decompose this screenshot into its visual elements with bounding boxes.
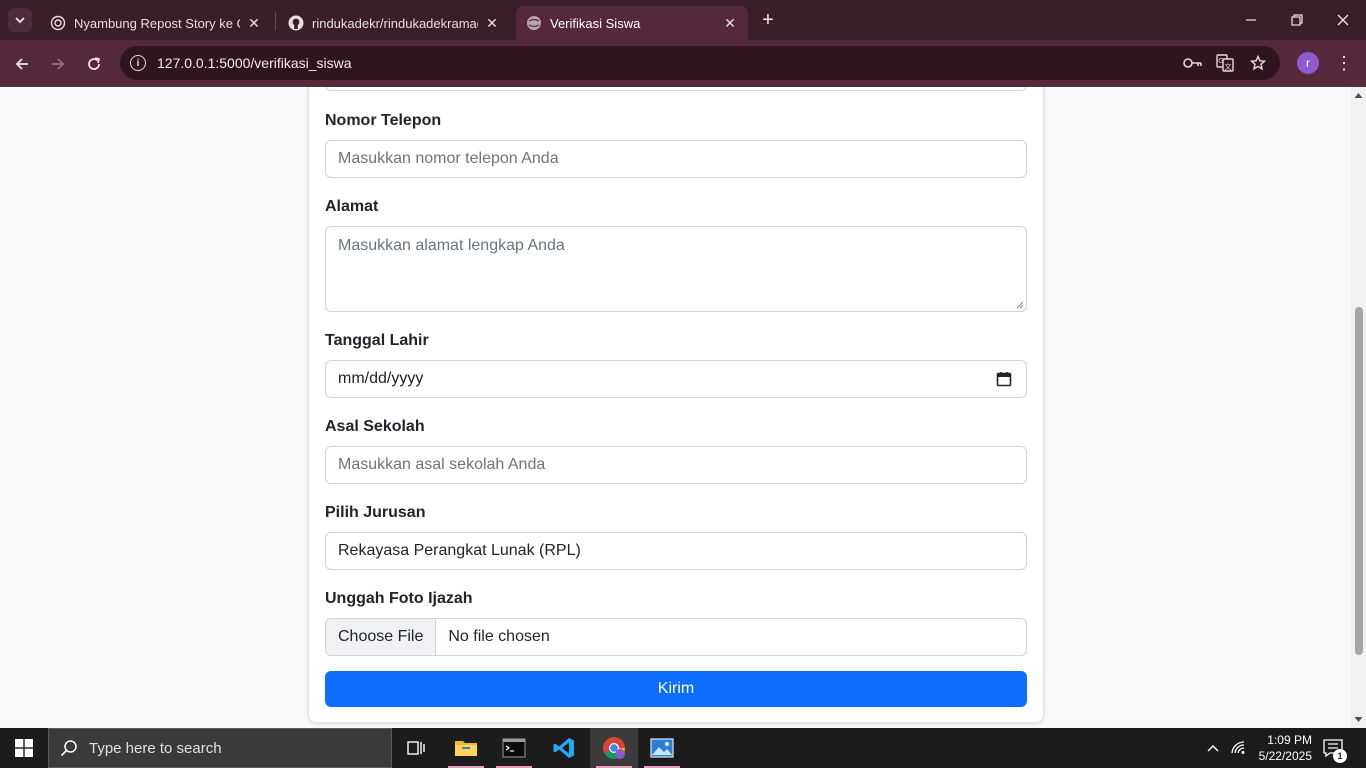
phone-input[interactable]: Masukkan nomor telepon Anda (325, 140, 1027, 178)
address-placeholder: Masukkan alamat lengkap Anda (338, 237, 565, 254)
address-bar[interactable]: i 127.0.0.1:5000/verifikasi_siswa 文G (120, 46, 1280, 80)
tab-strip: Nyambung Repost Story ke GitH ✕ rindukad… (0, 0, 1366, 40)
school-placeholder: Masukkan asal sekolah Anda (338, 456, 546, 473)
key-icon[interactable] (1183, 54, 1203, 72)
tab-title: Verifikasi Siswa (550, 15, 641, 31)
task-view-button[interactable] (392, 728, 440, 768)
taskbar-search-box[interactable]: Type here to search (48, 728, 392, 768)
resize-grip-icon[interactable] (1016, 301, 1024, 309)
taskbar-chrome[interactable] (590, 728, 638, 768)
reload-icon (88, 57, 100, 70)
search-icon (49, 739, 89, 757)
calendar-icon[interactable] (996, 371, 1012, 387)
show-hidden-icons[interactable] (1202, 728, 1224, 768)
school-input[interactable]: Masukkan asal sekolah Anda (325, 446, 1027, 484)
network-status[interactable] (1228, 728, 1250, 768)
arrow-right-icon (52, 58, 65, 70)
scroll-up-arrow-icon[interactable] (1354, 91, 1363, 100)
minimize-button[interactable] (1236, 8, 1266, 32)
page-viewport: Nomor Telepon Masukkan nomor telepon And… (0, 87, 1351, 728)
birthdate-value: mm/dd/yyyy (338, 370, 424, 387)
menu-icon[interactable]: ⋮ (1334, 52, 1354, 74)
restore-button[interactable] (1282, 8, 1312, 32)
scroll-thumb[interactable] (1355, 307, 1363, 655)
windows-logo-icon (15, 739, 33, 757)
tab-search-button[interactable] (8, 8, 32, 32)
tab-github[interactable]: rindukadekr/rindukadekramadh ✕ (278, 6, 510, 40)
verification-form-card: Nomor Telepon Masukkan nomor telepon And… (308, 87, 1044, 723)
page-scrollbar[interactable] (1351, 87, 1366, 728)
diploma-label: Unggah Foto Ijazah (325, 590, 473, 607)
close-icon[interactable]: ✕ (246, 15, 262, 31)
start-button[interactable] (0, 728, 48, 768)
wifi-icon (1231, 741, 1245, 754)
arrow-left-icon (15, 58, 28, 70)
tab-title: rindukadekr/rindukadekramadh (312, 15, 478, 31)
translate-icon[interactable]: 文G (1215, 54, 1235, 72)
new-tab-button[interactable]: + (758, 9, 778, 31)
submit-button[interactable]: Kirim (325, 671, 1027, 707)
star-icon[interactable] (1248, 54, 1268, 72)
vscode-icon (553, 738, 574, 758)
site-info-icon[interactable]: i (130, 55, 146, 71)
notification-badge: 1 (1333, 749, 1347, 763)
openai-icon (50, 15, 66, 31)
taskbar-terminal[interactable] (490, 728, 538, 768)
svg-text:文: 文 (1225, 62, 1232, 71)
search-placeholder: Type here to search (89, 739, 222, 757)
forward-button[interactable] (46, 52, 70, 76)
tab-verifikasi-siswa[interactable]: Verifikasi Siswa ✕ (516, 6, 748, 40)
photos-icon (650, 738, 674, 758)
previous-input-field[interactable] (325, 87, 1027, 91)
reload-button[interactable] (82, 52, 106, 76)
taskbar-photos[interactable] (638, 728, 686, 768)
url-text[interactable]: 127.0.0.1:5000/verifikasi_siswa (157, 55, 352, 71)
diploma-file-input[interactable]: Choose File No file chosen (325, 618, 1027, 656)
close-window-button[interactable] (1328, 8, 1358, 32)
scroll-down-arrow-icon[interactable] (1354, 715, 1363, 724)
restore-icon (1291, 14, 1303, 26)
chevron-up-icon (1207, 745, 1219, 752)
close-icon (1337, 14, 1349, 26)
browser-toolbar: i 127.0.0.1:5000/verifikasi_siswa 文G r ⋮ (0, 40, 1366, 87)
file-status: No file chosen (448, 628, 550, 645)
system-clock[interactable]: 1:09 PM 5/22/2025 (1252, 732, 1312, 764)
phone-label: Nomor Telepon (325, 112, 442, 129)
school-label: Asal Sekolah (325, 418, 425, 435)
taskbar-file-explorer[interactable] (442, 728, 490, 768)
birthdate-input[interactable]: mm/dd/yyyy (325, 360, 1027, 398)
major-label: Pilih Jurusan (325, 504, 426, 521)
clock-date: 5/22/2025 (1258, 749, 1312, 763)
back-button[interactable] (10, 52, 34, 76)
tab-separator (275, 12, 276, 30)
folder-icon (455, 741, 477, 756)
chrome-icon (603, 737, 625, 759)
terminal-icon (502, 738, 526, 758)
tab-title: Nyambung Repost Story ke GitH (74, 15, 240, 31)
birthdate-label: Tanggal Lahir (325, 332, 429, 349)
clock-time: 1:09 PM (1267, 733, 1312, 747)
phone-placeholder: Masukkan nomor telepon Anda (338, 150, 559, 167)
address-textarea[interactable]: Masukkan alamat lengkap Anda (325, 226, 1027, 312)
tab-chatgpt[interactable]: Nyambung Repost Story ke GitH ✕ (40, 6, 272, 40)
task-view-icon (407, 741, 425, 755)
windows-taskbar: Type here to search 1:09 PM 5/22/2025 1 (0, 728, 1366, 768)
minimize-icon (1246, 19, 1256, 21)
taskbar-vscode[interactable] (540, 728, 588, 768)
close-icon[interactable]: ✕ (484, 15, 500, 31)
major-selected-value: Rekayasa Perangkat Lunak (RPL) (338, 542, 581, 559)
github-icon (288, 15, 304, 31)
profile-avatar[interactable]: r (1297, 52, 1319, 74)
major-select[interactable]: Rekayasa Perangkat Lunak (RPL) (325, 532, 1027, 570)
globe-icon (526, 15, 542, 31)
svg-text:G: G (1218, 57, 1223, 65)
choose-file-button[interactable]: Choose File (326, 619, 437, 655)
address-label: Alamat (325, 198, 379, 215)
close-icon[interactable]: ✕ (722, 15, 738, 31)
chevron-down-icon (15, 17, 25, 24)
